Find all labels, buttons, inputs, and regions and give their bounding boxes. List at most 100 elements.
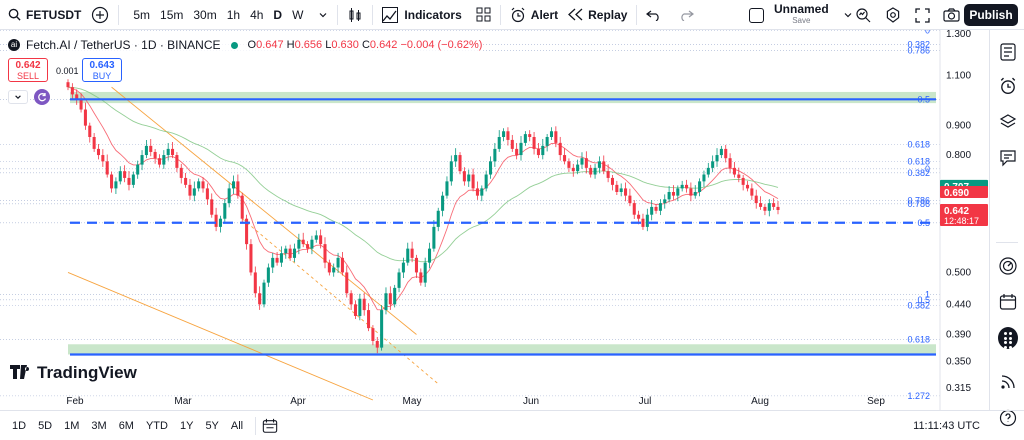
candle [471, 168, 475, 192]
candle [210, 193, 214, 218]
candle [123, 165, 127, 183]
symbol-search[interactable]: FETUSDT [0, 0, 86, 30]
products-button[interactable] [998, 327, 1018, 353]
candle [475, 181, 479, 200]
alert-label: Alert [530, 7, 559, 22]
range-all[interactable]: All [225, 420, 249, 432]
range-3m[interactable]: 3M [85, 420, 112, 432]
technicals-button[interactable] [998, 256, 1018, 276]
alert-button[interactable]: Alert [505, 0, 563, 30]
candle-body [249, 244, 253, 273]
candle [332, 263, 336, 277]
candle [467, 169, 471, 187]
candle-body [323, 244, 327, 263]
candle-body [563, 155, 567, 162]
publish-button[interactable]: Publish [964, 4, 1018, 26]
candle-body [772, 203, 776, 207]
candle [118, 166, 122, 185]
candle-body [371, 328, 375, 341]
snapshot-button[interactable] [938, 0, 965, 30]
range-5y[interactable]: 5Y [199, 420, 224, 432]
candle-body [719, 148, 723, 156]
candle-body [519, 142, 523, 156]
layout-save-control[interactable]: Unnamed Save [744, 0, 858, 30]
fullscreen-button[interactable] [910, 0, 935, 30]
candle-body [231, 181, 236, 189]
time-tick-label: Sep [867, 396, 885, 407]
candle [523, 131, 527, 146]
candle-body [754, 195, 758, 204]
candle-body [205, 188, 209, 200]
compare-button[interactable] [86, 0, 114, 30]
indicators-button[interactable]: Indicators [377, 0, 466, 30]
buy-label: BUY [92, 71, 112, 81]
undo-button[interactable] [641, 0, 667, 30]
price-axis[interactable]: 1.300 1.100 0.900 0.800 0.500 0.440 0.390 0.350… [939, 30, 988, 410]
candle-body [384, 293, 388, 311]
streams-button[interactable] [998, 372, 1018, 392]
alerts-panel-button[interactable] [998, 76, 1018, 96]
collapse-legend-button[interactable] [8, 90, 28, 104]
range-1y[interactable]: 1Y [174, 420, 199, 432]
candle [236, 174, 240, 199]
ohlc-values: O0.647 H0.656 L0.630 C0.642 −0.004 (−0.6… [247, 39, 483, 51]
range-6m[interactable]: 6M [113, 420, 140, 432]
templates-button[interactable] [471, 0, 496, 30]
candle-body [310, 239, 314, 249]
price-badge: 0.64212:48:17 [940, 204, 988, 227]
time-tick-label: Mar [174, 396, 192, 407]
range-5d[interactable]: 5D [32, 420, 58, 432]
timeframe-w[interactable]: W [287, 8, 308, 22]
redo-button[interactable] [673, 0, 699, 30]
candle [567, 158, 571, 173]
candle-body [449, 161, 453, 182]
price-chart[interactable]: 00.3820.7860.50.6180.6180.38200.7860.786… [0, 30, 989, 410]
quick-search-button[interactable] [850, 0, 876, 30]
settings-button[interactable] [880, 0, 906, 30]
sell-button[interactable]: 0.642 SELL [8, 58, 48, 82]
replay-button[interactable]: Replay [563, 0, 632, 30]
watchlist-button[interactable] [998, 42, 1018, 62]
candle-body [615, 184, 619, 192]
candle [506, 127, 510, 146]
price-tick-label: 0.500 [946, 267, 971, 278]
candle-body [541, 145, 545, 156]
candle [497, 130, 501, 152]
candle-body [545, 136, 549, 146]
timeframe-1h[interactable]: 1h [222, 8, 245, 22]
range-ytd[interactable]: YTD [140, 420, 174, 432]
candle-body [645, 214, 649, 227]
candle-body [127, 177, 131, 185]
range-1d[interactable]: 1D [6, 420, 32, 432]
candle-body [253, 272, 257, 294]
candle-body [210, 199, 214, 215]
candle [528, 130, 532, 142]
candle [136, 160, 140, 179]
time-axis[interactable]: Feb Mar Apr May Jun Jul Aug Sep [66, 396, 885, 407]
timeframe-dropdown[interactable] [313, 0, 333, 30]
timeframe-5m[interactable]: 5m [128, 8, 155, 22]
candle-body [441, 195, 445, 211]
buy-button[interactable]: 0.643 BUY [82, 58, 122, 82]
range-1m[interactable]: 1M [58, 420, 85, 432]
chart-type-button[interactable] [342, 0, 368, 30]
chart-legend[interactable]: ai Fetch.AI / TetherUS · 1D · BINANCE O0… [8, 38, 483, 52]
calendar-button[interactable] [998, 292, 1018, 312]
candle [628, 188, 632, 207]
chat-button[interactable] [998, 148, 1018, 168]
timeframe-d[interactable]: D [268, 8, 287, 22]
candle [144, 139, 148, 159]
candle-body [166, 148, 170, 156]
candle [223, 199, 227, 222]
object-tree-button[interactable] [998, 112, 1018, 132]
tradingview-logo[interactable]: TradingView [10, 363, 138, 382]
refresh-button[interactable] [34, 89, 50, 105]
candle-body [650, 206, 654, 215]
utc-clock[interactable]: 11:11:43 UTC [913, 420, 980, 432]
timeframe-4h[interactable]: 4h [245, 8, 268, 22]
candle [732, 161, 736, 178]
timeframe-15m[interactable]: 15m [155, 8, 188, 22]
goto-date-button[interactable] [262, 418, 278, 434]
candle-body [397, 272, 401, 288]
timeframe-30m[interactable]: 30m [188, 8, 221, 22]
